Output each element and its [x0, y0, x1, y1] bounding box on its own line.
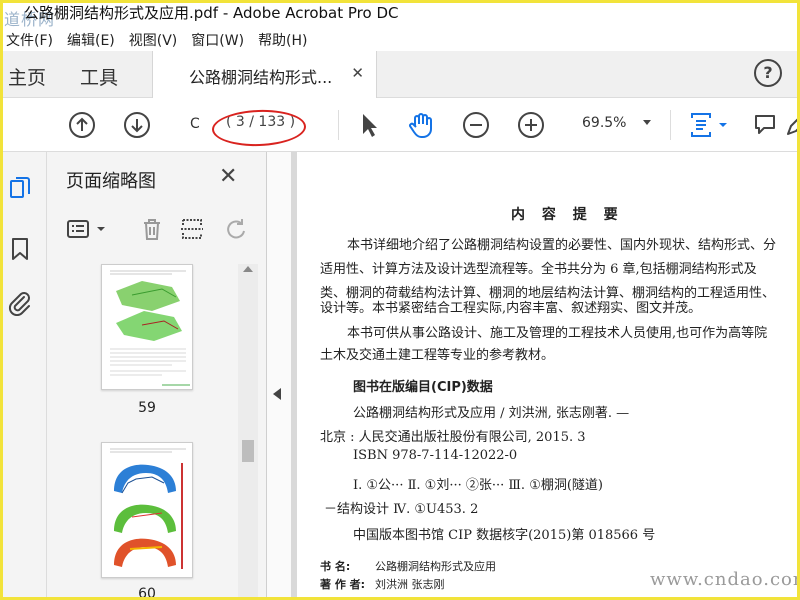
- cip-line: Ⅰ. ①公··· Ⅱ. ①刘··· ②张··· Ⅲ. ①棚洞(隧道): [353, 478, 603, 493]
- panel-collapse-strip[interactable]: [267, 152, 291, 600]
- toolbar-separator: [338, 110, 339, 140]
- title-bar: 道桥网 公路棚洞结构形式及应用.pdf - Adobe Acrobat Pro …: [0, 0, 800, 29]
- thumbnail-toolbar: [47, 210, 267, 250]
- bookmark-icon[interactable]: [7, 236, 33, 262]
- chevron-down-icon[interactable]: [95, 216, 107, 242]
- toolbar: C ( 3 / 133 ) 69.5%: [0, 98, 800, 152]
- close-tab-icon[interactable]: ✕: [351, 64, 364, 82]
- page-number-input[interactable]: C: [178, 110, 212, 138]
- page-thumbnail-59[interactable]: [101, 264, 193, 390]
- summary-heading: 内 容 提 要: [511, 207, 624, 223]
- tab-document[interactable]: 公路棚洞结构形式... ✕: [152, 51, 377, 98]
- author: 刘洪洲 张志刚: [375, 578, 445, 591]
- page-preview-59: [110, 270, 190, 386]
- zoom-out-icon[interactable]: [461, 110, 491, 140]
- document-view[interactable]: 内 容 提 要 本书详细地介绍了公路棚洞结构设置的必要性、国内外现状、结构形式、…: [291, 152, 800, 600]
- chevron-down-icon[interactable]: [716, 110, 730, 140]
- cip-heading: 图书在版编目(CIP)数据: [353, 380, 493, 395]
- thumbnail-scrollbar[interactable]: [238, 264, 258, 600]
- zoom-level-select[interactable]: 69.5%: [582, 115, 626, 131]
- summary-line: 设计等。本书紧密结合工程实际,内容丰富、叙述翔实、图文并茂。: [320, 301, 702, 316]
- scroll-up-arrow-icon[interactable]: [243, 266, 253, 272]
- site-watermark: www.cndao.com: [650, 569, 800, 590]
- help-icon[interactable]: ?: [754, 59, 782, 87]
- select-cursor-icon[interactable]: [354, 110, 384, 140]
- previous-page-icon[interactable]: [67, 110, 97, 140]
- scrollbar-thumb[interactable]: [242, 440, 254, 462]
- zoom-in-icon[interactable]: [516, 110, 546, 140]
- pdf-page: 内 容 提 要 本书详细地介绍了公路棚洞结构设置的必要性、国内外现状、结构形式、…: [297, 152, 800, 600]
- menu-edit[interactable]: 编辑(E): [61, 27, 123, 51]
- highlight-pen-icon[interactable]: [782, 110, 800, 140]
- chevron-down-icon[interactable]: [643, 120, 651, 125]
- page-thumbnails-icon[interactable]: [7, 176, 33, 202]
- tab-document-label: 公路棚洞结构形式...: [189, 68, 333, 87]
- menu-file[interactable]: 文件(F): [0, 27, 61, 51]
- cip-line: ISBN 978-7-114-12022-0: [353, 448, 518, 463]
- tab-tools[interactable]: 工具: [80, 63, 118, 90]
- menu-window[interactable]: 窗口(W): [185, 27, 252, 51]
- menu-help[interactable]: 帮助(H): [252, 27, 315, 51]
- comment-icon[interactable]: [752, 110, 782, 140]
- cip-line: 公路棚洞结构形式及应用 / 刘洪洲, 张志刚著. —: [353, 406, 630, 421]
- cip-line: －结构设计 Ⅳ. ①U453. 2: [324, 502, 479, 517]
- summary-line: 本书可供从事公路设计、施工及管理的工程技术人员使用,也可作为高等院: [347, 326, 768, 341]
- page-thumbnail-60[interactable]: [101, 442, 193, 578]
- menu-bar: 文件(F) 编辑(E) 视图(V) 窗口(W) 帮助(H): [0, 27, 800, 51]
- thumbnail-label: 60: [138, 586, 156, 600]
- left-nav-rail: [0, 152, 47, 600]
- page-fit-icon[interactable]: [686, 110, 716, 140]
- hand-tool-icon[interactable]: [406, 110, 436, 140]
- book-name: 公路棚洞结构形式及应用: [375, 560, 496, 573]
- book-name-label: 书 名:: [320, 560, 351, 573]
- insert-pages-icon[interactable]: [179, 216, 205, 242]
- tab-bar: 主页 工具 公路棚洞结构形式... ✕ ?: [0, 51, 800, 98]
- page-thumbnails-panel: 页面缩略图 ✕ 59 60: [47, 152, 267, 600]
- close-panel-icon[interactable]: ✕: [219, 164, 237, 189]
- panel-title: 页面缩略图: [66, 171, 156, 192]
- summary-line: 本书详细地介绍了公路棚洞结构设置的必要性、国内外现状、结构形式、分: [347, 238, 777, 253]
- tab-home[interactable]: 主页: [8, 63, 46, 90]
- next-page-icon[interactable]: [122, 110, 152, 140]
- toolbar-separator: [670, 110, 671, 140]
- summary-line: 适用性、计算方法及设计选型流程等。全书共分为 6 章,包括棚洞结构形式及: [320, 262, 757, 277]
- cip-line: 中国版本图书馆 CIP 数据核字(2015)第 018566 号: [353, 528, 656, 543]
- rotate-page-icon[interactable]: [223, 216, 249, 242]
- attachment-icon[interactable]: [7, 290, 33, 316]
- menu-view[interactable]: 视图(V): [123, 27, 186, 51]
- cip-line: 北京 : 人民交通出版社股份有限公司, 2015. 3: [320, 430, 586, 445]
- thumbnail-label: 59: [138, 400, 156, 416]
- summary-line: 土木及交通土建工程等专业的参考教材。: [320, 348, 555, 363]
- delete-page-icon[interactable]: [139, 216, 165, 242]
- collapse-panel-icon[interactable]: [273, 388, 281, 400]
- window-title: 公路棚洞结构形式及应用.pdf - Adobe Acrobat Pro DC: [24, 4, 399, 22]
- options-menu-icon[interactable]: [65, 216, 91, 242]
- page-preview-60: [110, 448, 186, 569]
- author-label: 著 作 者:: [320, 578, 366, 591]
